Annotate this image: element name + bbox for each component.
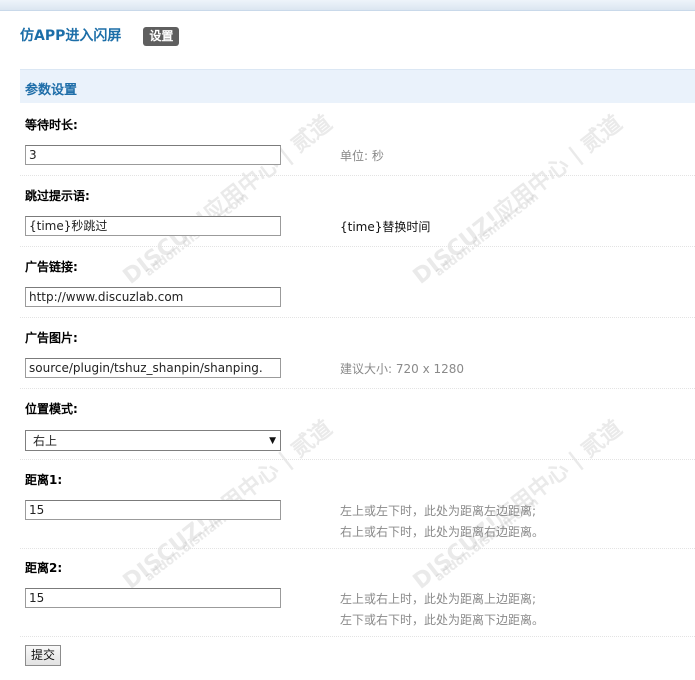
- page-title: 仿APP进入闪屏: [20, 28, 122, 44]
- wait-time-input[interactable]: 3: [25, 145, 281, 165]
- ad-link-input[interactable]: http://www.discuzlab.com: [25, 287, 281, 307]
- ad-image-label: 广告图片:: [25, 331, 78, 345]
- row-divider: [20, 388, 695, 389]
- position-mode-value: 右上: [33, 433, 58, 448]
- position-mode-label: 位置模式:: [25, 402, 78, 416]
- position-mode-select[interactable]: 右上 ▼: [25, 430, 281, 451]
- row-divider: [20, 175, 695, 176]
- chevron-down-icon: ▼: [269, 435, 276, 446]
- row-divider: [20, 636, 695, 637]
- tab-settings[interactable]: 设置: [143, 26, 180, 46]
- row-divider: [20, 317, 695, 318]
- wait-time-label: 等待时长:: [25, 118, 78, 132]
- watermark: DISCUZ!应用中心 | 贰道: [118, 111, 338, 290]
- skip-text-input[interactable]: {time}秒跳过: [25, 216, 281, 236]
- wait-time-hint: 单位: 秒: [340, 149, 384, 163]
- section-header: 参数设置: [20, 69, 695, 103]
- skip-text-hint: {time}替换时间: [340, 220, 431, 234]
- ad-image-hint: 建议大小: 720 x 1280: [340, 362, 465, 376]
- distance1-hint-line2: 右上或右下时，此处为距离右边距离。: [340, 525, 545, 539]
- header: 仿APP进入闪屏 设置: [20, 25, 180, 47]
- submit-button[interactable]: 提交: [25, 645, 62, 666]
- distance1-label: 距离1:: [25, 473, 63, 487]
- ad-link-label: 广告链接:: [25, 260, 78, 274]
- row-divider: [20, 246, 695, 247]
- skip-text-label: 跳过提示语:: [25, 189, 90, 203]
- distance1-hint-line1: 左上或左下时，此处为距离左边距离;: [340, 504, 537, 518]
- distance2-label: 距离2:: [25, 561, 63, 575]
- distance2-input[interactable]: 15: [25, 588, 281, 608]
- row-divider: [20, 548, 695, 549]
- top-strip: [0, 0, 695, 11]
- ad-image-input[interactable]: source/plugin/tshuz_shanpin/shanping.: [25, 358, 281, 378]
- section-title: 参数设置: [25, 83, 78, 98]
- watermark: DISCUZ!应用中心 | 贰道: [408, 111, 628, 290]
- distance2-hint-line2: 左下或右下时，此处为距离下边距离。: [340, 613, 545, 627]
- row-divider: [20, 459, 695, 460]
- distance2-hint-line1: 左上或右上时，此处为距离上边距离;: [340, 592, 537, 606]
- watermark-url: addon.dismall.com: [432, 189, 542, 280]
- distance1-input[interactable]: 15: [25, 500, 281, 520]
